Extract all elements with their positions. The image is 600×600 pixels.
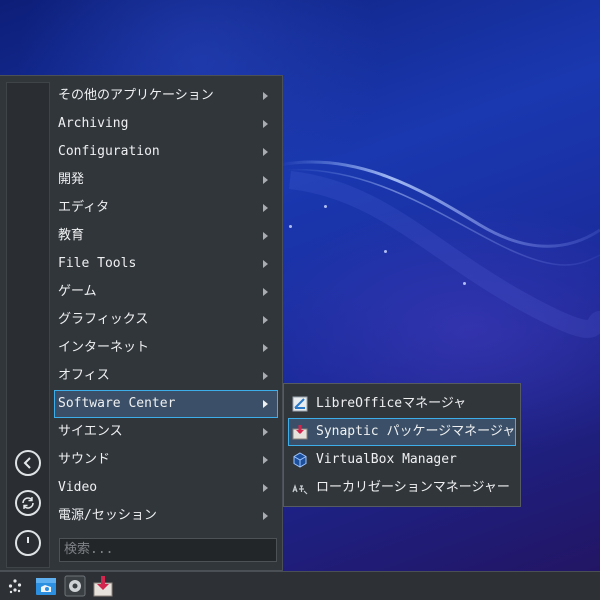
menu-item-education[interactable]: 教育 xyxy=(54,222,278,250)
menu-item-file-tools[interactable]: File Tools xyxy=(54,250,278,278)
menu-item-science[interactable]: サイエンス xyxy=(54,418,278,446)
menu-item-office[interactable]: オフィス xyxy=(54,362,278,390)
menu-side-rail xyxy=(6,82,50,568)
menu-item-label: エディタ xyxy=(58,200,110,215)
menu-item-label: サウンド xyxy=(58,452,111,467)
back-icon[interactable] xyxy=(15,450,41,476)
submenu-item-synaptic[interactable]: Synaptic パッケージマネージャ xyxy=(288,418,516,446)
chevron-right-icon xyxy=(263,92,268,100)
submenu-item-label: ローカリゼーションマネージャー xyxy=(316,480,510,495)
menu-item-label: 教育 xyxy=(58,228,85,243)
chevron-right-icon xyxy=(263,232,268,240)
menu-item-label: ゲーム xyxy=(58,284,97,299)
menu-item-label: Video xyxy=(58,480,98,495)
menu-item-label: 電源/セッション xyxy=(58,508,157,523)
submenu-item-localization-manager[interactable]: ローカリゼーションマネージャー xyxy=(288,474,516,502)
chevron-right-icon xyxy=(263,512,268,520)
menu-item-games[interactable]: ゲーム xyxy=(54,278,278,306)
chevron-right-icon xyxy=(263,288,268,296)
chevron-right-icon xyxy=(263,120,268,128)
submenu-item-libreoffice-manager[interactable]: LibreOfficeマネージャ xyxy=(288,390,516,418)
virtualbox-icon xyxy=(293,452,307,468)
menu-item-configuration[interactable]: Configuration xyxy=(54,138,278,166)
menu-item-archiving[interactable]: Archiving xyxy=(54,110,278,138)
taskbar xyxy=(0,571,600,600)
software-center-submenu: LibreOfficeマネージャ Synaptic パッケージマネージャ Vir… xyxy=(283,383,521,507)
settings-icon[interactable] xyxy=(64,575,86,597)
chevron-right-icon xyxy=(263,428,268,436)
menu-item-label: インターネット xyxy=(58,340,150,355)
app-menu-icon[interactable] xyxy=(4,575,26,597)
application-menu: その他のアプリケーション Archiving Configuration 開発 … xyxy=(0,75,283,571)
menu-item-label: Configuration xyxy=(58,144,160,159)
wallpaper-star xyxy=(289,225,292,228)
wallpaper-star xyxy=(324,205,327,208)
chevron-right-icon xyxy=(263,344,268,352)
chevron-right-icon xyxy=(263,260,268,268)
libreoffice-manager-icon xyxy=(292,396,308,412)
chevron-right-icon xyxy=(263,456,268,464)
package-installer-icon[interactable] xyxy=(92,575,114,597)
chevron-right-icon xyxy=(263,316,268,324)
menu-item-label: File Tools xyxy=(58,256,137,271)
menu-item-label: サイエンス xyxy=(58,424,123,439)
menu-item-label: その他のアプリケーション xyxy=(58,88,214,103)
menu-item-label: Archiving xyxy=(58,116,129,131)
chevron-right-icon xyxy=(263,148,268,156)
menu-item-label: 開発 xyxy=(58,172,85,187)
chevron-right-icon xyxy=(263,484,268,492)
menu-item-editors[interactable]: エディタ xyxy=(54,194,278,222)
menu-item-sound[interactable]: サウンド xyxy=(54,446,278,474)
chevron-right-icon xyxy=(263,372,268,380)
submenu-item-label: VirtualBox Manager xyxy=(316,452,457,467)
menu-item-software-center[interactable]: Software Center xyxy=(54,390,278,418)
synaptic-icon xyxy=(292,425,308,440)
menu-item-development[interactable]: 開発 xyxy=(54,166,278,194)
chevron-right-icon xyxy=(263,204,268,212)
menu-item-other-apps[interactable]: その他のアプリケーション xyxy=(54,82,278,110)
submenu-item-label: LibreOfficeマネージャ xyxy=(316,396,467,411)
chevron-right-icon xyxy=(263,176,268,184)
menu-category-list: その他のアプリケーション Archiving Configuration 開発 … xyxy=(54,82,278,530)
submenu-item-virtualbox[interactable]: VirtualBox Manager xyxy=(288,446,516,474)
menu-item-label: グラフィックス xyxy=(58,312,149,327)
file-manager-icon[interactable] xyxy=(35,575,57,597)
menu-item-power-session[interactable]: 電源/セッション xyxy=(54,502,278,530)
menu-item-video[interactable]: Video xyxy=(54,474,278,502)
localization-icon xyxy=(292,484,308,495)
wallpaper-star xyxy=(384,250,387,253)
submenu-item-label: Synaptic パッケージマネージャ xyxy=(316,424,516,439)
menu-item-label: オフィス xyxy=(58,368,110,383)
power-icon[interactable] xyxy=(15,530,41,556)
menu-search-input[interactable]: 検索... xyxy=(59,538,277,562)
menu-item-label: Software Center xyxy=(58,396,176,411)
chevron-right-icon xyxy=(263,400,268,408)
switch-user-icon[interactable] xyxy=(15,490,41,516)
wallpaper-star xyxy=(463,282,466,285)
menu-item-internet[interactable]: インターネット xyxy=(54,334,278,362)
menu-item-graphics[interactable]: グラフィックス xyxy=(54,306,278,334)
